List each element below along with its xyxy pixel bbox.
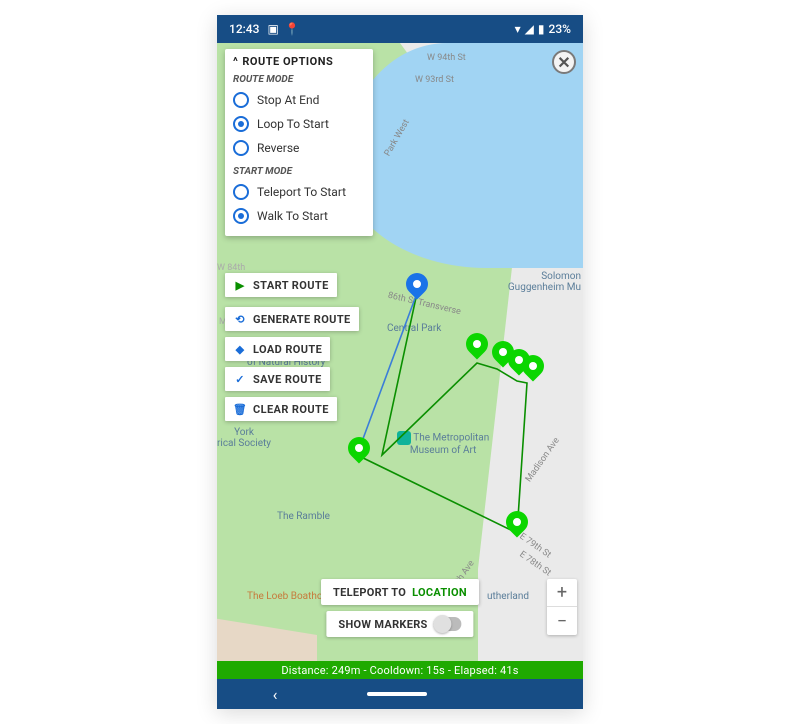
- wifi-icon: ▾: [515, 22, 521, 36]
- back-button[interactable]: ‹: [273, 685, 278, 704]
- teleport-button[interactable]: TELEPORT TO LOCATION: [321, 579, 479, 605]
- start-marker[interactable]: [406, 273, 428, 295]
- route-mode-option[interactable]: Stop At End: [233, 88, 365, 112]
- map-grey-bottom: [217, 596, 317, 661]
- poi-ramble: The Ramble: [277, 511, 330, 522]
- radio-icon: [233, 92, 249, 108]
- start-mode-option-label: Walk To Start: [257, 209, 328, 223]
- route-options-header[interactable]: ^ ROUTE OPTIONS: [233, 55, 365, 68]
- battery-text: 23%: [549, 22, 571, 36]
- street-label: W 84th: [217, 263, 245, 273]
- generate-icon: ⟲: [233, 312, 247, 326]
- map-icon: ▣: [267, 22, 278, 36]
- waypoint-marker[interactable]: [522, 355, 544, 377]
- teleport-label-prefix: TELEPORT TO: [333, 586, 406, 599]
- location-icon: 📍: [285, 22, 300, 36]
- start-route-label: START ROUTE: [253, 279, 329, 292]
- map[interactable]: W 94th St W 93rd St 86th St Transverse 5…: [217, 43, 583, 661]
- route-mode-option-label: Reverse: [257, 141, 299, 155]
- start-mode-label: START MODE: [233, 166, 365, 177]
- zoom-in-button[interactable]: +: [547, 579, 577, 607]
- generate-route-button[interactable]: ⟲ GENERATE ROUTE: [225, 307, 359, 331]
- radio-icon: [233, 116, 249, 132]
- clear-route-label: CLEAR ROUTE: [253, 403, 329, 416]
- status-time: 12:43: [229, 22, 259, 36]
- status-text: Distance: 249m - Cooldown: 15s - Elapsed…: [281, 664, 518, 677]
- poi-met: The Metropolitan Museum of Art: [397, 431, 489, 456]
- map-lake: [343, 43, 583, 268]
- status-line: Distance: 249m - Cooldown: 15s - Elapsed…: [217, 661, 583, 679]
- generate-route-label: GENERATE ROUTE: [253, 313, 351, 326]
- play-icon: ▶: [233, 278, 247, 292]
- teleport-label-accent: LOCATION: [412, 586, 467, 599]
- poi-sutherland: utherland: [487, 591, 529, 602]
- chevron-up-icon: ^: [233, 55, 238, 68]
- poi-guggenheim: Solomon Guggenheim Mu: [508, 271, 581, 293]
- route-options-panel: ^ ROUTE OPTIONS ROUTE MODE Stop At End Lo…: [225, 49, 373, 236]
- route-mode-option[interactable]: Loop To Start: [233, 112, 365, 136]
- home-button[interactable]: [367, 692, 427, 696]
- show-markers-button[interactable]: SHOW MARKERS: [326, 611, 473, 637]
- trash-icon: 🗑: [233, 402, 247, 416]
- poi-historical-society: York rical Society: [217, 427, 271, 449]
- route-mode-label: ROUTE MODE: [233, 74, 365, 85]
- show-markers-label: SHOW MARKERS: [338, 618, 427, 631]
- start-mode-option[interactable]: Teleport To Start: [233, 180, 365, 204]
- save-route-label: SAVE ROUTE: [253, 373, 322, 386]
- show-markers-toggle[interactable]: [434, 617, 462, 631]
- check-icon: ✓: [233, 372, 247, 386]
- poi-loeb: The Loeb Boathou: [247, 591, 328, 602]
- radio-icon: [233, 184, 249, 200]
- load-route-button[interactable]: ◆ LOAD ROUTE: [225, 337, 330, 361]
- load-icon: ◆: [233, 342, 247, 356]
- waypoint-marker[interactable]: [348, 437, 370, 459]
- save-route-button[interactable]: ✓ SAVE ROUTE: [225, 367, 330, 391]
- radio-icon: [233, 208, 249, 224]
- statusbar: 12:43 ▣ 📍 ▾ ◢ ▮ 23%: [217, 15, 583, 43]
- start-route-button[interactable]: ▶ START ROUTE: [225, 273, 337, 297]
- android-navbar: ‹: [217, 679, 583, 709]
- close-button[interactable]: ✕: [552, 50, 576, 74]
- route-mode-option[interactable]: Reverse: [233, 136, 365, 160]
- start-mode-option-label: Teleport To Start: [257, 185, 346, 199]
- route-mode-option-label: Stop At End: [257, 93, 319, 107]
- clear-route-button[interactable]: 🗑 CLEAR ROUTE: [225, 397, 337, 421]
- start-mode-option[interactable]: Walk To Start: [233, 204, 365, 228]
- close-icon: ✕: [557, 53, 570, 72]
- zoom-control: + −: [547, 579, 577, 635]
- route-options-title: ROUTE OPTIONS: [242, 55, 333, 68]
- phone-frame: 12:43 ▣ 📍 ▾ ◢ ▮ 23% W 94th St W 93rd St …: [217, 15, 583, 709]
- museum-icon: [397, 431, 411, 445]
- poi-central-park: Central Park: [387, 323, 441, 334]
- radio-icon: [233, 140, 249, 156]
- zoom-out-button[interactable]: −: [547, 607, 577, 635]
- route-mode-option-label: Loop To Start: [257, 117, 329, 131]
- battery-icon: ▮: [538, 22, 545, 36]
- waypoint-marker[interactable]: [466, 333, 488, 355]
- street-label: W 93rd St: [415, 75, 454, 85]
- load-route-label: LOAD ROUTE: [253, 343, 322, 356]
- signal-icon: ◢: [525, 22, 534, 36]
- waypoint-marker[interactable]: [506, 511, 528, 533]
- street-label: W 94th St: [427, 53, 466, 63]
